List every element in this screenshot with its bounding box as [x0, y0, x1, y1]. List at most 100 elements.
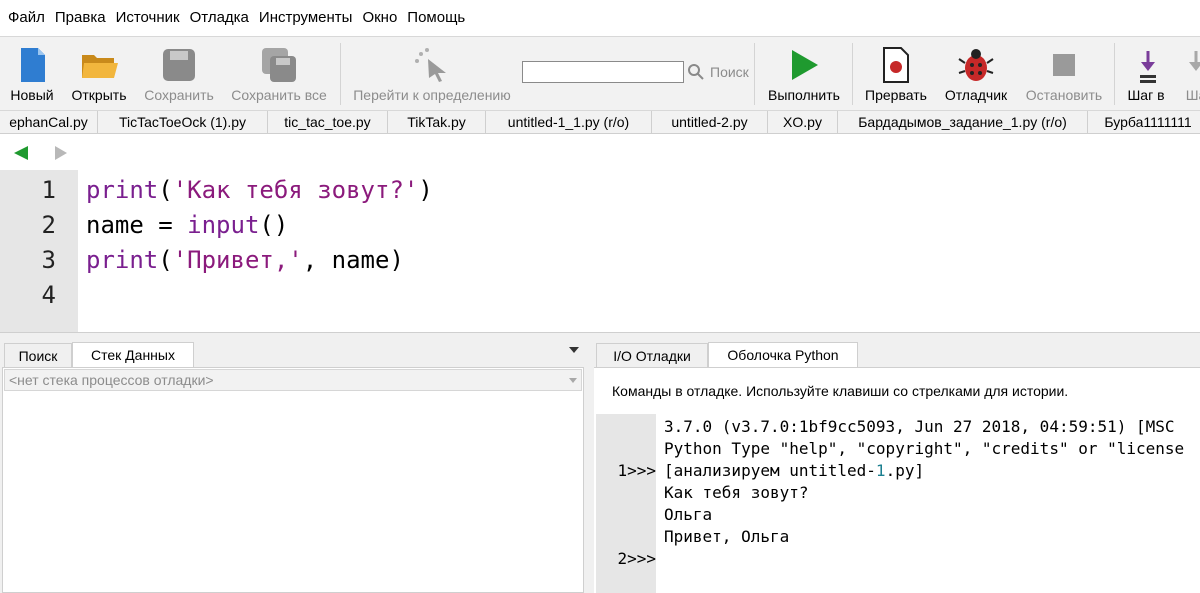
new-button[interactable]: Новый	[4, 37, 60, 111]
identifier-token: name =	[86, 211, 188, 239]
file-tab[interactable]: tic_tac_toe.py	[268, 111, 388, 133]
pane-menu-chevron-icon[interactable]	[569, 347, 579, 353]
toolbar-separator	[340, 43, 341, 105]
file-tab[interactable]: untitled-2.py	[652, 111, 768, 133]
line-number-gutter: 1 2 3 4	[0, 170, 78, 332]
left-pane-tabs: Поиск Стек Данных	[0, 340, 584, 368]
step-over-button[interactable]: Ша	[1176, 37, 1200, 111]
string-token: 'Как тебя зовут?'	[172, 176, 419, 204]
line-number: 3	[41, 246, 56, 274]
shell-output-line: Привет, Ольга	[664, 527, 790, 546]
menu-window[interactable]: Окно	[357, 0, 402, 36]
open-label: Открыть	[71, 87, 127, 103]
shell-output-line: Как тебя зовут?	[664, 483, 809, 502]
toolbar-separator	[1114, 43, 1115, 105]
punctuation-token: (	[158, 246, 173, 274]
stack-select[interactable]: <нет стека процессов отладки>	[4, 369, 582, 391]
string-token: 'Привет,'	[172, 246, 303, 274]
new-label: Новый	[10, 87, 54, 103]
step-over-icon	[1189, 51, 1200, 71]
keyword-token: print	[86, 176, 159, 204]
step-into-button[interactable]: Шаг в	[1122, 37, 1170, 111]
tab-search[interactable]: Поиск	[4, 343, 72, 367]
menu-tools[interactable]: Инструменты	[254, 0, 358, 36]
break-button[interactable]: Прервать	[860, 37, 932, 111]
shell-hint: Команды в отладке. Используйте клавиши с…	[612, 383, 1069, 399]
break-icon	[883, 47, 909, 83]
step-over-label: Ша	[1185, 87, 1200, 103]
step-into-icon	[1140, 51, 1156, 83]
tab-stack-data[interactable]: Стек Данных	[72, 342, 194, 368]
shell-input-line: Ольга	[664, 505, 713, 524]
goto-definition-button[interactable]: Перейти к определению	[346, 37, 518, 111]
stop-icon	[1053, 54, 1075, 76]
stop-label: Остановить	[1025, 87, 1103, 103]
file-tab[interactable]: ephanCal.py	[0, 111, 98, 133]
tab-python-shell[interactable]: Оболочка Python	[708, 342, 858, 368]
open-folder-icon	[82, 55, 118, 78]
save-button[interactable]: Сохранить	[138, 37, 220, 111]
file-tabs: ephanCal.py TicTacToeOck (1).py tic_tac_…	[0, 110, 1200, 134]
code-line-2[interactable]: name = input()	[86, 208, 288, 243]
file-tab[interactable]: untitled-1_1.py (r/o)	[486, 111, 652, 133]
toolbar: Новый Открыть Сохранить Сохранить все Пе…	[0, 36, 1200, 110]
tab-debug-io[interactable]: I/O Отладки	[596, 343, 708, 367]
file-tab[interactable]: TicTacToeOck (1).py	[98, 111, 268, 133]
debugger-label: Отладчик	[944, 87, 1008, 103]
search-label: Поиск	[710, 64, 749, 80]
run-icon	[792, 50, 818, 80]
search-input[interactable]	[522, 61, 684, 83]
break-label: Прервать	[865, 87, 927, 103]
file-tab[interactable]: TikTak.py	[388, 111, 486, 133]
file-tab[interactable]: Бардадымов_задание_1.py (r/o)	[838, 111, 1088, 133]
shell-output-line: 3.7.0 (v3.7.0:1bf9cc5093, Jun 27 2018, 0…	[664, 417, 1175, 436]
keyword-token: input	[187, 211, 260, 239]
new-file-icon	[21, 48, 45, 82]
save-all-icon	[262, 48, 296, 82]
open-button[interactable]: Открыть	[64, 37, 134, 111]
run-label: Выполнить	[768, 87, 840, 103]
back-arrow-icon[interactable]	[14, 146, 28, 160]
chevron-down-icon	[569, 378, 577, 383]
menu-source[interactable]: Источник	[111, 0, 185, 36]
step-into-label: Шаг в	[1127, 87, 1165, 103]
debugger-bug-icon	[958, 49, 994, 81]
line-number: 1	[41, 176, 56, 204]
punctuation-token: )	[418, 176, 433, 204]
menu-debug[interactable]: Отладка	[185, 0, 254, 36]
punctuation-token: ()	[259, 211, 289, 239]
line-number: 4	[41, 281, 56, 309]
shell-output-line: [анализируем untitled-1.py]	[664, 460, 924, 482]
right-pane-tabs: I/O Отладки Оболочка Python	[594, 340, 1200, 368]
stop-button[interactable]: Остановить	[1020, 37, 1108, 111]
run-button[interactable]: Выполнить	[762, 37, 846, 111]
menu-file[interactable]: Файл	[3, 0, 50, 36]
stack-data-panel	[2, 367, 584, 593]
file-tab[interactable]: XO.py	[768, 111, 838, 133]
punctuation-token: (	[158, 176, 173, 204]
menu-edit[interactable]: Правка	[50, 0, 111, 36]
vertical-splitter[interactable]	[584, 340, 594, 593]
debugger-button[interactable]: Отладчик	[938, 37, 1014, 111]
menu-help[interactable]: Помощь	[402, 0, 470, 36]
punctuation-token: , name)	[302, 246, 404, 274]
shell-text: [анализируем untitled-	[664, 461, 876, 480]
shell-text: .py]	[885, 461, 925, 480]
save-all-label: Сохранить все	[231, 87, 327, 103]
menu-bar: Файл Правка Источник Отладка Инструменты…	[0, 0, 1200, 36]
keyword-token: print	[86, 246, 159, 274]
line-number: 2	[41, 211, 56, 239]
file-tab[interactable]: Бурба1111111	[1088, 111, 1200, 133]
goto-definition-label: Перейти к определению	[353, 87, 511, 103]
forward-arrow-icon[interactable]	[55, 146, 67, 160]
save-icon	[163, 49, 195, 81]
save-all-button[interactable]: Сохранить все	[226, 37, 332, 111]
code-line-1[interactable]: print('Как тебя зовут?')	[86, 173, 433, 208]
shell-number-token: 1	[875, 461, 886, 480]
code-line-3[interactable]: print('Привет,', name)	[86, 243, 404, 278]
editor-nav-row	[0, 134, 1200, 170]
search-icon[interactable]	[687, 63, 705, 81]
shell-prompt: 1>>>	[617, 461, 656, 480]
horizontal-splitter[interactable]	[0, 332, 1200, 340]
goto-definition-icon	[415, 48, 446, 82]
